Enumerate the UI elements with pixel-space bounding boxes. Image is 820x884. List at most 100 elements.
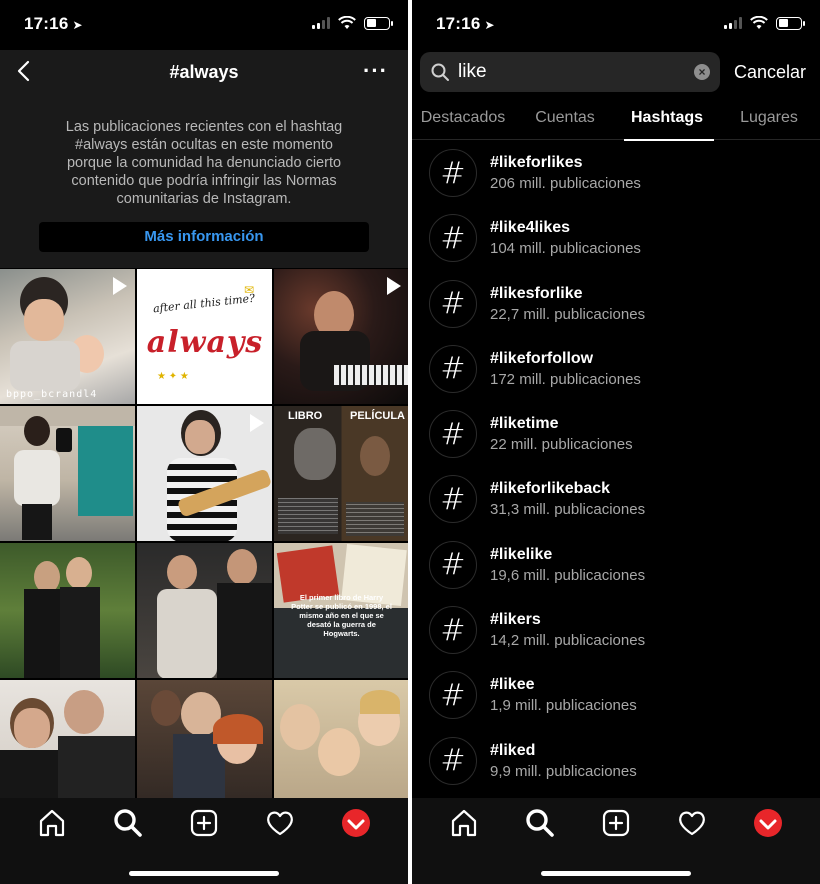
list-item[interactable]: # #likers 14,2 mill. publicaciones: [412, 597, 820, 662]
grid-post[interactable]: after all this time? always ★ ✦ ★ ✉: [137, 269, 272, 404]
tab-lugares[interactable]: Lugares: [718, 100, 820, 139]
heart-icon[interactable]: [675, 806, 709, 840]
signal-icon: [724, 17, 742, 29]
grid-post[interactable]: [0, 406, 135, 541]
grid-post[interactable]: [137, 406, 272, 541]
hashtag-name: #likeforfollow: [490, 349, 594, 367]
grid-post[interactable]: El primer libro de Harry Potter se publi…: [274, 543, 408, 678]
bottom-tab-bar: [0, 798, 408, 884]
grid-post[interactable]: LIBRO PELÍCULA: [274, 406, 408, 541]
add-post-icon[interactable]: [599, 806, 633, 840]
home-icon[interactable]: [35, 806, 69, 840]
location-arrow-icon: ➤: [72, 18, 83, 32]
tab-cuentas[interactable]: Cuentas: [514, 100, 616, 139]
home-indicator: [541, 871, 691, 876]
hashtag-icon: #: [429, 475, 477, 524]
hashtag-name: #likee: [490, 676, 535, 694]
grid-post[interactable]: [137, 680, 272, 815]
status-bar: 17:16 ➤: [412, 0, 820, 50]
battery-icon: [776, 16, 805, 30]
more-info-button[interactable]: Más información: [39, 222, 369, 252]
hashtag-name: #likesforlike: [490, 284, 583, 302]
post-count: 22 mill. publicaciones: [490, 436, 633, 454]
hashtag-icon: #: [429, 344, 477, 393]
battery-icon: [364, 16, 393, 30]
video-icon: [387, 277, 401, 295]
home-indicator: [129, 871, 279, 876]
hidden-posts-notice: Las publicaciones recientes con el hasht…: [0, 96, 408, 268]
status-time: 17:16 ➤: [436, 14, 495, 33]
hashtag-results-list: # #likeforlikes 206 mill. publicaciones # #…: [412, 140, 820, 793]
post-count: 22,7 mill. publicaciones: [490, 305, 646, 323]
list-item[interactable]: # #likee 1,9 mill. publicaciones: [412, 662, 820, 727]
tab-hashtags[interactable]: Hashtags: [616, 100, 718, 141]
grid-post[interactable]: [137, 543, 272, 678]
notice-message: Las publicaciones recientes con el hasht…: [65, 119, 343, 207]
status-icons: [724, 16, 805, 30]
hashtag-icon: #: [429, 149, 477, 197]
search-icon: [431, 63, 449, 81]
hashtag-icon: #: [429, 736, 477, 785]
hashtag-icon: #: [429, 540, 477, 589]
post-count: 206 mill. publicaciones: [490, 175, 641, 192]
search-input[interactable]: [458, 52, 678, 92]
search-icon[interactable]: [523, 806, 557, 840]
search-screen: 17:16➤ × Cancelar Destacados Cuentas Has…: [412, 0, 820, 884]
post-grid: bppo_bcrandl4 after all this time? alway…: [0, 269, 408, 815]
grid-post[interactable]: [0, 680, 135, 815]
hashtag-name: #likeforlikes: [490, 154, 583, 171]
hashtag-page-screen: 17:16 ➤ #always ··· Las publicaciones rec…: [0, 0, 408, 884]
post-count: 19,6 mill. publicaciones: [490, 566, 646, 584]
list-item[interactable]: # #like4likes 104 mill. publicaciones: [412, 205, 820, 270]
status-bar: 17:16 ➤: [0, 0, 408, 50]
status-icons: [312, 16, 393, 30]
add-post-icon[interactable]: [187, 806, 221, 840]
video-icon: [250, 414, 264, 432]
home-icon[interactable]: [447, 806, 481, 840]
tab-destacados[interactable]: Destacados: [412, 100, 514, 139]
list-item[interactable]: # #liketime 22 mill. publicaciones: [412, 401, 820, 466]
list-item[interactable]: # #liked 9,9 mill. publicaciones: [412, 728, 820, 793]
search-tabs: Destacados Cuentas Hashtags Lugares: [412, 100, 820, 141]
hashtag-icon: #: [429, 279, 477, 328]
post-count: 104 mill. publicaciones: [490, 240, 641, 258]
wifi-icon: [750, 16, 768, 29]
post-count: 14,2 mill. publicaciones: [490, 632, 646, 650]
post-count: 172 mill. publicaciones: [490, 370, 641, 388]
hashtag-name: #likers: [490, 611, 541, 629]
cancel-button[interactable]: Cancelar: [734, 62, 806, 83]
bottom-tab-bar: [412, 798, 820, 884]
list-item[interactable]: # #likesforlike 22,7 mill. publicaciones: [412, 271, 820, 336]
list-item[interactable]: # #likelike 19,6 mill. publicaciones: [412, 532, 820, 597]
hashtag-icon: #: [429, 606, 477, 655]
hashtag-icon: #: [429, 410, 477, 459]
search-icon[interactable]: [111, 806, 145, 840]
hashtag-name: #liketime: [490, 415, 559, 433]
hashtag-name: #likeforlikeback: [490, 480, 611, 498]
list-item[interactable]: # #likeforlikeback 31,3 mill. publicacione…: [412, 466, 820, 531]
location-arrow-icon: ➤: [484, 18, 495, 32]
more-options-icon[interactable]: ···: [363, 58, 388, 84]
profile-avatar[interactable]: [751, 806, 785, 840]
video-icon: [113, 277, 127, 295]
post-count: 9,9 mill. publicaciones: [490, 762, 637, 780]
profile-avatar[interactable]: [339, 806, 373, 840]
grid-post[interactable]: [0, 543, 135, 678]
grid-post[interactable]: bppo_bcrandl4: [0, 269, 135, 404]
post-count: 31,3 mill. publicaciones: [490, 501, 646, 519]
hashtag-header: #always ···: [0, 50, 408, 96]
list-item[interactable]: # #likeforfollow 172 mill. publicaciones: [412, 336, 820, 401]
hashtag-icon: #: [429, 671, 477, 720]
grid-post[interactable]: [274, 680, 408, 815]
hashtag-name: #like4likes: [490, 219, 571, 237]
page-title: #always: [169, 62, 239, 82]
list-item[interactable]: # #likeforlikes 206 mill. publicaciones: [412, 140, 820, 205]
hashtag-name: #liked: [490, 741, 536, 759]
hashtag-icon: #: [429, 214, 477, 263]
clear-search-icon[interactable]: ×: [694, 64, 710, 80]
heart-icon[interactable]: [263, 806, 297, 840]
hashtag-name: #likelike: [490, 545, 553, 563]
status-time: 17:16 ➤: [24, 14, 83, 33]
search-bar: ×: [420, 52, 720, 92]
grid-post[interactable]: [274, 269, 408, 404]
